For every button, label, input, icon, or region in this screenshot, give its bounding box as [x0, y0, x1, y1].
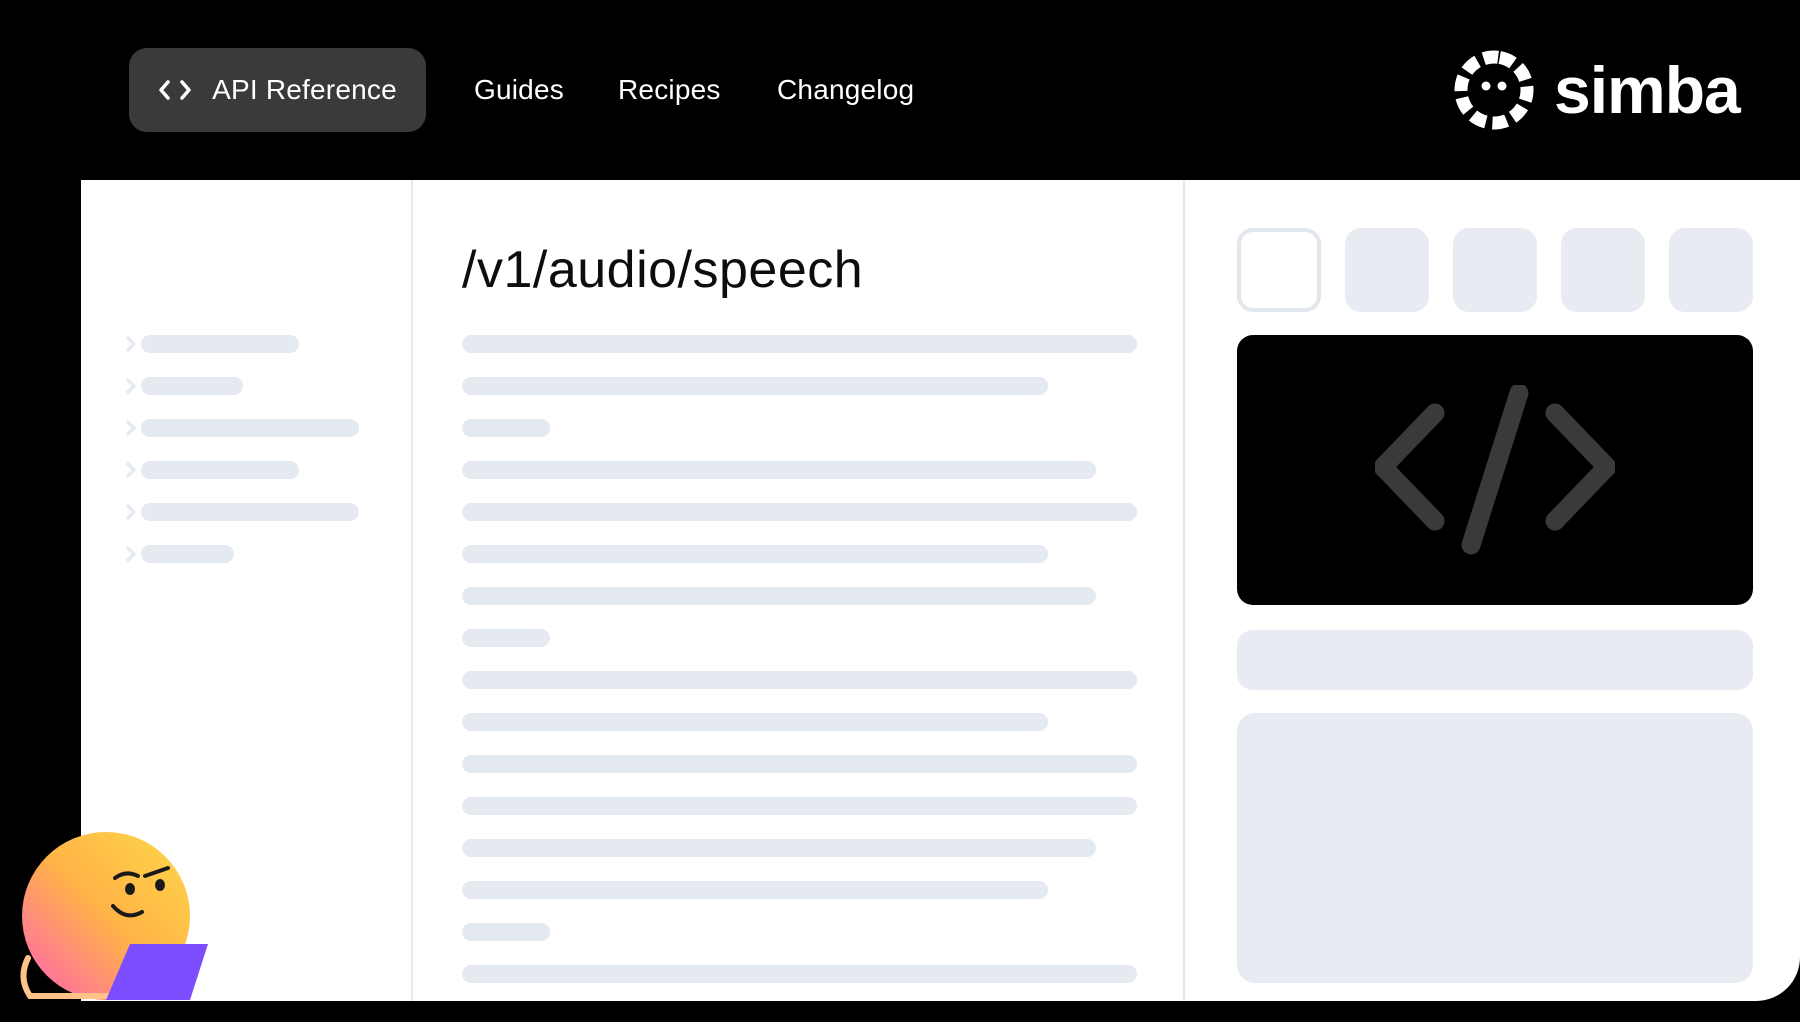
docs-window: /v1/audio/speech — [81, 180, 1800, 1001]
sidebar-item[interactable] — [125, 545, 234, 563]
text-placeholder-line — [462, 461, 1096, 479]
text-placeholder-line — [462, 965, 1137, 983]
code-example-block[interactable] — [1237, 335, 1753, 605]
nav-tab-recipes[interactable]: Recipes — [618, 48, 721, 132]
thinking-face-mascot-icon — [18, 828, 214, 1008]
text-placeholder-line — [462, 671, 1137, 689]
text-placeholder-line — [462, 839, 1096, 857]
response-header-placeholder — [1237, 630, 1753, 690]
brand-logo-link[interactable]: simba — [1452, 46, 1741, 134]
sidebar-item[interactable] — [125, 377, 243, 395]
sidebar-item-placeholder — [141, 545, 234, 563]
nav-tab-label: Guides — [474, 74, 564, 105]
sidebar-item-placeholder — [141, 419, 359, 437]
nav-tab-api-reference[interactable]: API Reference — [129, 48, 426, 132]
text-placeholder-line — [462, 713, 1048, 731]
nav-tab-label: Recipes — [618, 74, 721, 105]
nav-tab-guides[interactable]: Guides — [474, 48, 564, 132]
chevron-right-icon — [125, 545, 137, 563]
code-icon — [158, 79, 192, 101]
chevron-right-icon — [125, 377, 137, 395]
chevron-right-icon — [125, 461, 137, 479]
nav-tab-label: Changelog — [777, 74, 915, 105]
text-placeholder-line — [462, 587, 1096, 605]
language-tab[interactable] — [1453, 228, 1537, 312]
text-placeholder-line — [462, 881, 1048, 899]
text-placeholder-line — [462, 419, 550, 437]
text-placeholder-line — [462, 545, 1048, 563]
sidebar-item[interactable] — [125, 335, 299, 353]
sidebar-item-placeholder — [141, 503, 359, 521]
code-panel — [1185, 180, 1800, 1001]
chevron-right-icon — [125, 503, 137, 521]
text-placeholder-line — [462, 335, 1137, 353]
text-placeholder-line — [462, 629, 550, 647]
text-placeholder-line — [462, 755, 1137, 773]
page-title: /v1/audio/speech — [462, 241, 864, 299]
chevron-right-icon — [125, 335, 137, 353]
nav-tab-changelog[interactable]: Changelog — [777, 48, 914, 132]
sidebar-item-placeholder — [141, 335, 299, 353]
nav-tab-label: API Reference — [212, 74, 397, 105]
face-ring-logo-icon — [1452, 48, 1536, 132]
response-body-placeholder — [1237, 713, 1753, 983]
endpoint-content: /v1/audio/speech — [413, 180, 1185, 1001]
brand-name: simba — [1554, 53, 1741, 127]
sidebar-item[interactable] — [125, 419, 359, 437]
language-tab[interactable] — [1669, 228, 1753, 312]
language-tab[interactable] — [1345, 228, 1429, 312]
language-tab[interactable] — [1237, 228, 1321, 312]
sidebar-item-placeholder — [141, 377, 243, 395]
code-brackets-icon — [1375, 385, 1615, 555]
text-placeholder-line — [462, 377, 1048, 395]
sidebar-item-placeholder — [141, 461, 299, 479]
sidebar-item[interactable] — [125, 461, 299, 479]
sidebar-item[interactable] — [125, 503, 359, 521]
language-tab[interactable] — [1561, 228, 1645, 312]
text-placeholder-line — [462, 503, 1137, 521]
top-navigation: API Reference Guides Recipes Changelog s… — [0, 0, 1800, 180]
chevron-right-icon — [125, 419, 137, 437]
text-placeholder-line — [462, 923, 550, 941]
text-placeholder-line — [462, 797, 1137, 815]
